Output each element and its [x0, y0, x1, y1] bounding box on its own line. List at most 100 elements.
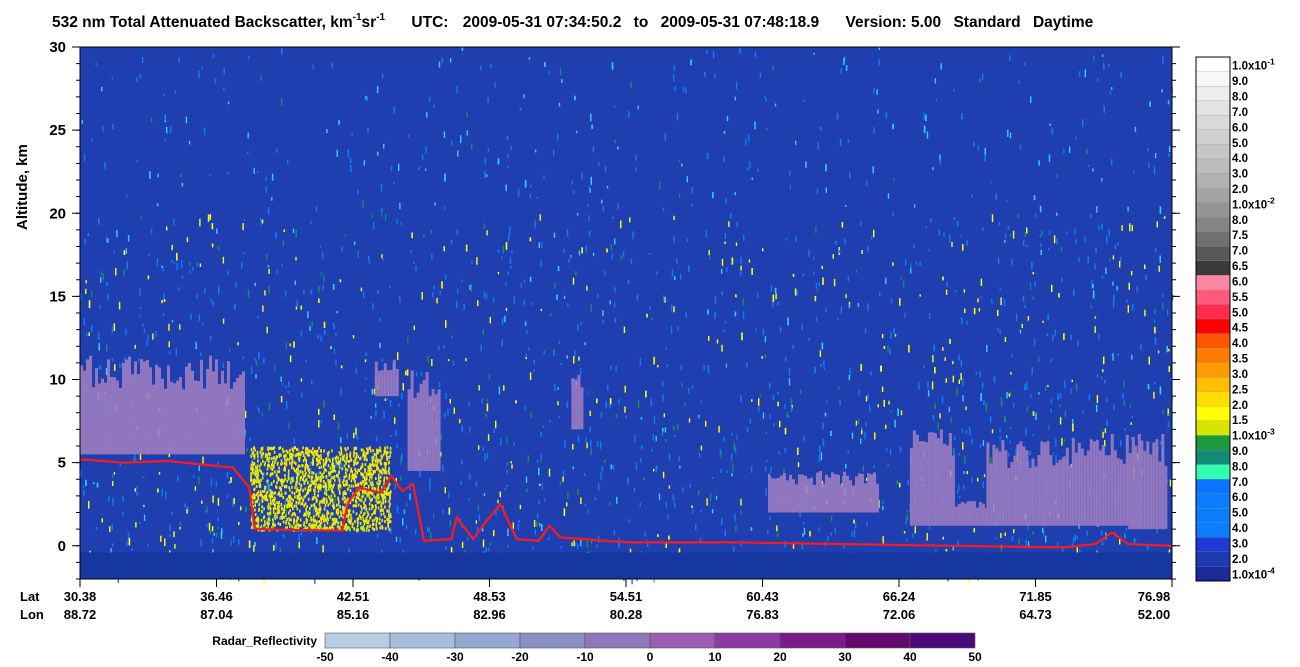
- colorbar-label: 5.0: [1232, 508, 1248, 520]
- lon-tick-label: 87.04: [200, 607, 233, 622]
- radar-swatch: [909, 632, 976, 649]
- colorbar-swatch: [1195, 173, 1231, 189]
- lon-tick-label: 85.16: [337, 607, 370, 622]
- chart-svg: 302520151050 LatLon30.3888.7236.4687.044…: [20, 39, 1275, 664]
- y-tick-label: 5: [58, 455, 66, 472]
- colorbar-label: 8.0: [1232, 92, 1248, 104]
- subsurface-band: [80, 552, 1172, 579]
- colorbar-swatch: [1195, 420, 1231, 436]
- y-tick-label: 30: [49, 39, 66, 56]
- radar-tick-label: -40: [381, 650, 399, 664]
- lat-tick-label: 66.24: [883, 589, 916, 604]
- radar-swatch: [584, 632, 651, 649]
- colorbar-label: 5.5: [1232, 292, 1249, 304]
- lat-tick-label: 36.46: [200, 589, 233, 604]
- radar-tick-label: 10: [708, 650, 722, 664]
- colorbar-swatch: [1195, 406, 1231, 422]
- colorbar-swatch: [1195, 231, 1231, 247]
- radar-swatch: [519, 632, 586, 649]
- colorbar-swatch: [1195, 566, 1231, 582]
- colorbar-swatch: [1195, 289, 1231, 305]
- radar-swatch: [454, 632, 521, 649]
- radar-swatch: [324, 632, 391, 649]
- radar-tick-label: -50: [316, 650, 334, 664]
- colorbar-swatch: [1195, 100, 1231, 116]
- colorbar-swatch: [1195, 537, 1231, 553]
- colorbar-swatch: [1195, 216, 1231, 233]
- colorbar-label: 3.5: [1232, 354, 1249, 366]
- colorbar-label: 7.0: [1232, 107, 1248, 119]
- colorbar-label: 7.0: [1232, 246, 1248, 258]
- lon-tick-label: 64.73: [1019, 607, 1052, 622]
- colorbar-label: 8.0: [1232, 215, 1248, 227]
- lat-tick-label: 76.98: [1138, 589, 1171, 604]
- colorbar-swatch: [1195, 435, 1231, 451]
- colorbar-label: 1.0x10-2: [1232, 195, 1275, 211]
- colorbar-swatch: [1195, 304, 1231, 320]
- colorbar-swatch: [1195, 144, 1231, 160]
- colorbar-label: 4.5: [1232, 323, 1249, 335]
- colorbar-label: 3.0: [1232, 369, 1248, 381]
- colorbar-label: 9.0: [1232, 76, 1248, 88]
- colorbar-label: 9.0: [1232, 446, 1248, 458]
- colorbar-swatch: [1195, 508, 1231, 524]
- radar-swatch: [779, 632, 846, 649]
- colorbar-label: 4.0: [1232, 153, 1248, 165]
- radar-tick-label: 30: [838, 650, 852, 664]
- colorbar-swatch: [1195, 551, 1231, 567]
- colorbar-label: 2.0: [1232, 400, 1248, 412]
- colorbar-label: 2.5: [1232, 384, 1249, 396]
- radar-tick-label: 40: [903, 650, 917, 664]
- y-tick-label: 20: [49, 205, 66, 222]
- colorbar-swatch: [1195, 85, 1231, 102]
- lon-row-label: Lon: [20, 607, 44, 622]
- colorbar-swatch: [1195, 129, 1231, 145]
- lat-row-label: Lat: [20, 589, 40, 604]
- lon-tick-label: 76.83: [746, 607, 779, 622]
- radar-tick-label: -30: [446, 650, 464, 664]
- colorbar-label: 6.0: [1232, 492, 1248, 504]
- radar-tick-label: 0: [647, 650, 654, 664]
- radar-swatch: [389, 632, 456, 649]
- colorbar-label: 1.0x10-1: [1232, 57, 1275, 73]
- lat-tick-label: 71.85: [1019, 589, 1052, 604]
- colorbar-label: 2.0: [1232, 554, 1248, 566]
- colorbar-swatch: [1195, 362, 1231, 378]
- colorbar-label: 7.0: [1232, 477, 1248, 489]
- radar-bar-label: Radar_Reflectivity: [212, 634, 317, 648]
- y-tick-label: 0: [58, 538, 66, 555]
- colorbar-swatch: [1195, 202, 1231, 218]
- radar-tick-label: 50: [968, 650, 982, 664]
- x-axis: Lat Lon 30.38 88.72 36.46 87.04 42.51 85.16 48.5…: [20, 579, 1173, 622]
- radar-reflectivity-bar: -50 -40 -30 -20 -10 0 10 20 30 40 50 Radar_Reflecti…: [212, 632, 982, 664]
- colorbar-label: 6.0: [1232, 122, 1248, 134]
- colorbar-swatch: [1195, 318, 1231, 335]
- colorbar-label: 1.5: [1232, 415, 1249, 427]
- colorbar-swatch: [1195, 260, 1231, 276]
- plot-area: [79, 46, 1174, 585]
- colorbar-label: 6.0: [1232, 276, 1248, 288]
- colorbar-swatch: [1195, 333, 1231, 349]
- y-tick-label: 25: [49, 122, 66, 139]
- colorbar-swatch: [1195, 464, 1231, 480]
- radar-tick-label: -20: [511, 650, 529, 664]
- colorbar-label: 2.0: [1232, 184, 1248, 196]
- colorbar-label: 3.0: [1232, 538, 1248, 550]
- colorbar-swatch: [1195, 391, 1231, 407]
- colorbar-swatch: [1195, 187, 1231, 204]
- colorbar-label: 4.0: [1232, 338, 1248, 350]
- colorbar-label: 5.0: [1232, 307, 1248, 319]
- colorbar-swatch: [1195, 493, 1231, 509]
- lat-tick-label: 60.43: [746, 589, 779, 604]
- colorbar-label: 1.0x10-4: [1232, 565, 1275, 581]
- lon-tick-label: 72.06: [883, 607, 916, 622]
- colorbar-label: 8.0: [1232, 461, 1248, 473]
- radar-tick-label: 20: [773, 650, 787, 664]
- lat-tick-label: 30.38: [64, 589, 97, 604]
- colorbar-label: 4.0: [1232, 523, 1248, 535]
- colorbar-swatch: [1195, 522, 1231, 538]
- colorbar-swatch: [1195, 246, 1231, 262]
- colorbar-swatch: [1195, 158, 1231, 174]
- colorbar-swatch: [1195, 275, 1231, 291]
- lon-tick-label: 82.96: [473, 607, 506, 622]
